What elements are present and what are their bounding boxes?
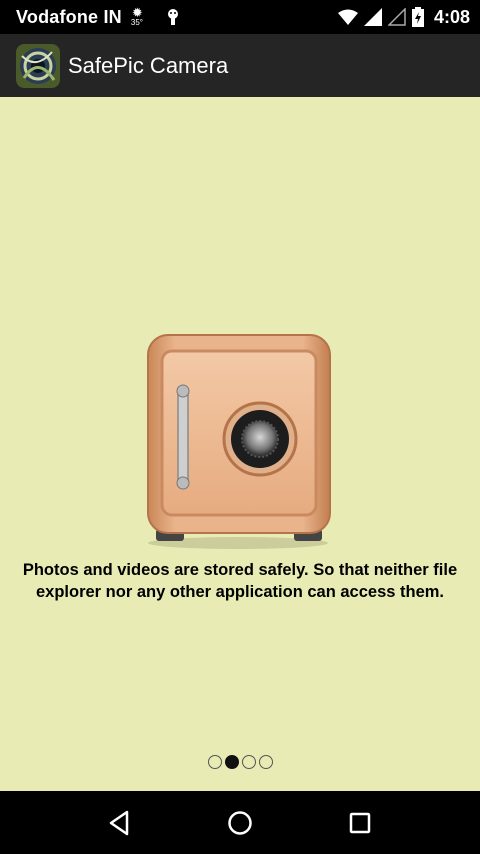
app-logo-icon[interactable] [16,43,60,88]
weather-sun-icon: ✹ 35° [130,5,143,27]
navigation-bar [0,791,480,854]
page-dot[interactable] [208,755,222,769]
wifi-icon [337,9,358,25]
page-indicator[interactable] [208,755,273,769]
home-icon [228,810,252,835]
carrier-name: Vodafone IN [16,6,122,27]
action-bar: SafePic Camera [0,34,480,97]
page-dot-active[interactable] [225,755,239,769]
back-icon [109,810,129,835]
weather-temp: 35° [130,18,143,27]
safe-icon [147,334,331,549]
page-dot[interactable] [259,755,273,769]
recents-icon [349,812,371,833]
signal-empty-icon [387,8,406,26]
home-button[interactable] [220,803,260,843]
recents-button[interactable] [340,803,380,843]
app-title: SafePic Camera [68,52,229,78]
android-icon [167,9,178,25]
onboarding-description: Photos and videos are stored safely. So … [22,561,458,601]
status-bar: Vodafone IN ✹ 35° 4:08 [0,0,480,34]
clock: 4:08 [433,6,470,27]
page-dot[interactable] [242,755,256,769]
back-button[interactable] [100,803,140,843]
signal-icon [363,8,382,26]
onboarding-page: Photos and videos are stored safely. So … [0,97,480,791]
battery-icon [411,7,424,27]
